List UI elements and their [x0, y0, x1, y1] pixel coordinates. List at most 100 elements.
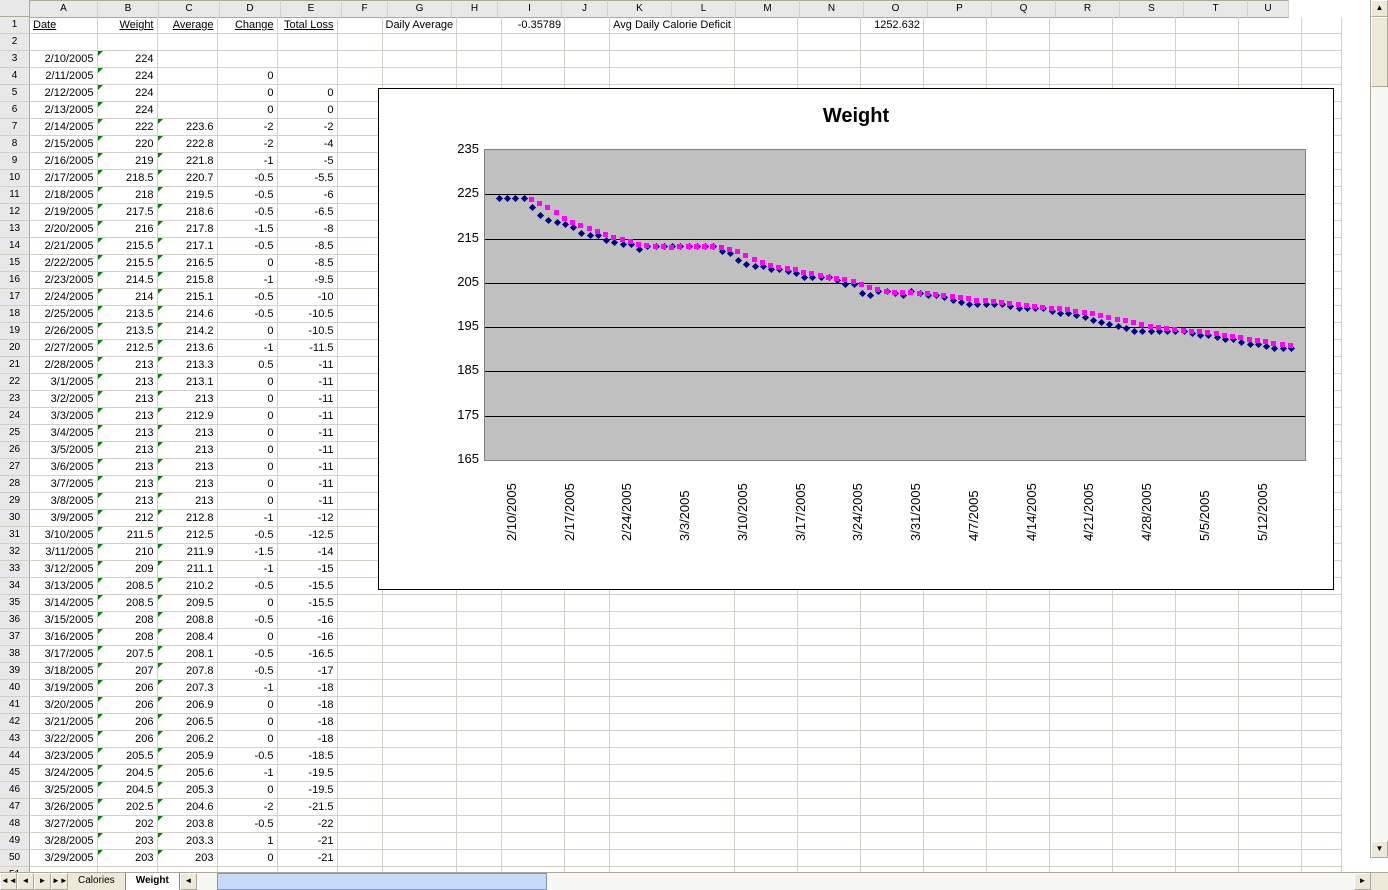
- cell[interactable]: [1112, 17, 1175, 34]
- cell[interactable]: [1301, 680, 1341, 697]
- cell[interactable]: [986, 799, 1049, 816]
- cell[interactable]: 214: [97, 289, 157, 306]
- cell[interactable]: [337, 357, 382, 374]
- cell[interactable]: [860, 816, 923, 833]
- cell[interactable]: -11: [277, 408, 337, 425]
- cell[interactable]: -0.5: [217, 204, 277, 221]
- cell[interactable]: 2/19/2005: [30, 204, 97, 221]
- cell[interactable]: [734, 850, 797, 867]
- cell[interactable]: -8: [277, 221, 337, 238]
- cell[interactable]: [502, 765, 565, 782]
- cell[interactable]: -0.5: [217, 306, 277, 323]
- cell[interactable]: 3/2/2005: [30, 391, 97, 408]
- cell[interactable]: [1175, 17, 1238, 34]
- cell[interactable]: 3/5/2005: [30, 442, 97, 459]
- cell[interactable]: [610, 850, 735, 867]
- cell[interactable]: [1112, 765, 1175, 782]
- row-header-33[interactable]: 33: [0, 561, 30, 578]
- cell[interactable]: 0: [217, 255, 277, 272]
- cell[interactable]: [734, 799, 797, 816]
- cell[interactable]: -19.5: [277, 782, 337, 799]
- cell[interactable]: [457, 697, 502, 714]
- row-header-36[interactable]: 36: [0, 612, 30, 629]
- cell[interactable]: [337, 306, 382, 323]
- cell[interactable]: [610, 748, 735, 765]
- cell[interactable]: 205.6: [157, 765, 217, 782]
- cell[interactable]: 0: [217, 731, 277, 748]
- cell[interactable]: [502, 731, 565, 748]
- col-header-Q[interactable]: Q: [992, 0, 1056, 18]
- cell[interactable]: 2/16/2005: [30, 153, 97, 170]
- cell[interactable]: 206: [97, 731, 157, 748]
- cell[interactable]: [923, 799, 986, 816]
- cell[interactable]: 208.4: [157, 629, 217, 646]
- cell[interactable]: [337, 459, 382, 476]
- cell[interactable]: [734, 68, 797, 85]
- cell[interactable]: [923, 697, 986, 714]
- cell[interactable]: 2/26/2005: [30, 323, 97, 340]
- row-header-39[interactable]: 39: [0, 663, 30, 680]
- cell[interactable]: -8.5: [277, 238, 337, 255]
- cell[interactable]: [565, 34, 610, 51]
- cell[interactable]: [457, 731, 502, 748]
- cell[interactable]: [1049, 782, 1112, 799]
- cell[interactable]: [565, 799, 610, 816]
- row-header-38[interactable]: 38: [0, 646, 30, 663]
- cell[interactable]: 3/22/2005: [30, 731, 97, 748]
- weight-chart[interactable]: Weight 165175185195205215225235 2/10/200…: [378, 88, 1334, 590]
- cell[interactable]: 208.8: [157, 612, 217, 629]
- cell[interactable]: [502, 51, 565, 68]
- cell[interactable]: [337, 102, 382, 119]
- cell[interactable]: [734, 697, 797, 714]
- cell[interactable]: 215.5: [97, 238, 157, 255]
- cell[interactable]: [986, 850, 1049, 867]
- cell[interactable]: [1301, 765, 1341, 782]
- cell[interactable]: [337, 221, 382, 238]
- cell[interactable]: [1175, 68, 1238, 85]
- cell[interactable]: [1049, 51, 1112, 68]
- cell[interactable]: [502, 646, 565, 663]
- cell[interactable]: [1175, 51, 1238, 68]
- scroll-left-button[interactable]: ◄: [180, 873, 197, 890]
- cell[interactable]: 223.6: [157, 119, 217, 136]
- cell[interactable]: 0: [217, 323, 277, 340]
- cell[interactable]: [337, 153, 382, 170]
- cell[interactable]: 224: [97, 85, 157, 102]
- cell[interactable]: Average: [157, 17, 217, 34]
- cell[interactable]: [1301, 34, 1341, 51]
- cell[interactable]: [734, 816, 797, 833]
- cell[interactable]: 203.8: [157, 816, 217, 833]
- cell[interactable]: [565, 731, 610, 748]
- cell[interactable]: 0: [217, 850, 277, 867]
- cell[interactable]: [1049, 765, 1112, 782]
- cell[interactable]: [610, 612, 735, 629]
- cell[interactable]: [1112, 663, 1175, 680]
- cell[interactable]: 3/1/2005: [30, 374, 97, 391]
- tab-nav-prev[interactable]: ◄: [17, 873, 34, 890]
- cell[interactable]: 211.5: [97, 527, 157, 544]
- tab-nav-first[interactable]: ◄◄: [0, 873, 17, 890]
- cell[interactable]: 2/24/2005: [30, 289, 97, 306]
- cell[interactable]: [337, 408, 382, 425]
- cell[interactable]: [1112, 850, 1175, 867]
- cell[interactable]: [1301, 663, 1341, 680]
- cell[interactable]: [1238, 731, 1301, 748]
- row-header-8[interactable]: 8: [0, 136, 30, 153]
- hscroll-track[interactable]: ◄ ►: [180, 873, 1371, 890]
- cell[interactable]: [337, 119, 382, 136]
- cell[interactable]: [1238, 629, 1301, 646]
- cell[interactable]: 1: [217, 833, 277, 850]
- cell[interactable]: [923, 816, 986, 833]
- cell[interactable]: [734, 731, 797, 748]
- cell[interactable]: [565, 697, 610, 714]
- cell[interactable]: 214.2: [157, 323, 217, 340]
- cell[interactable]: [1238, 68, 1301, 85]
- tab-nav-next[interactable]: ►: [34, 873, 51, 890]
- cell[interactable]: 212: [97, 510, 157, 527]
- cell[interactable]: [986, 68, 1049, 85]
- cell[interactable]: [382, 731, 457, 748]
- cell[interactable]: [610, 714, 735, 731]
- cell[interactable]: 2/28/2005: [30, 357, 97, 374]
- cell[interactable]: [457, 34, 502, 51]
- cell[interactable]: [1175, 799, 1238, 816]
